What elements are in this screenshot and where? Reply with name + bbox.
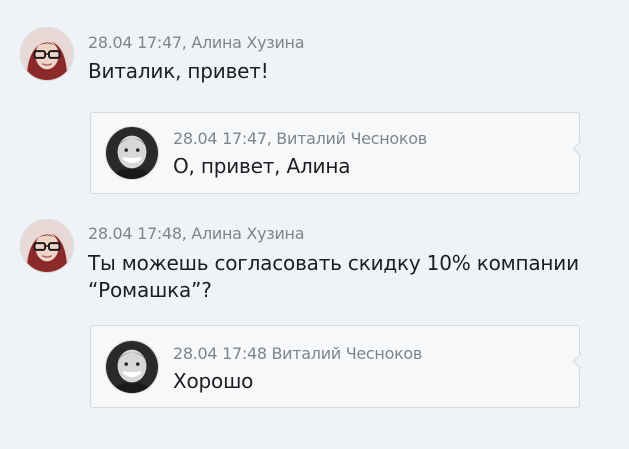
message-text-line: О, привет, Алина xyxy=(173,154,351,178)
user-avatar-vitaly[interactable] xyxy=(105,340,159,394)
user-avatar-alina[interactable] xyxy=(20,219,74,273)
message-timestamp: 28.04 17:47, xyxy=(88,33,187,52)
message-text: Хорошо xyxy=(173,368,253,395)
avatar-photo-icon xyxy=(106,127,158,179)
avatar-photo-icon xyxy=(106,341,158,393)
message-author[interactable]: Алина Хузина xyxy=(191,33,304,52)
message-meta: 28.04 17:47, Виталий Чесноков xyxy=(173,129,427,148)
user-avatar-alina[interactable] xyxy=(20,27,74,81)
message-item: 28.04 17:48, Алина Хузина Ты можешь согл… xyxy=(0,212,629,312)
message-item: 28.04 17:47, Алина Хузина Виталик, приве… xyxy=(0,0,629,100)
message-text: Виталик, привет! xyxy=(88,58,269,85)
message-text: О, привет, Алина xyxy=(173,153,350,180)
message-timestamp: 28.04 17:48, xyxy=(88,224,187,243)
message-author[interactable]: Алина Хузина xyxy=(191,224,304,243)
message-text-line: “Ромашка”? xyxy=(88,278,212,302)
reply-notch xyxy=(572,140,589,157)
message-text-line: Хорошо xyxy=(173,369,254,393)
message-author[interactable]: Виталий Чесноков xyxy=(272,344,423,363)
avatar-photo-icon xyxy=(21,28,73,80)
message-text-line: Виталик, привет! xyxy=(88,59,269,83)
message-text: Ты можешь согласовать скидку 10% компани… xyxy=(88,250,579,304)
message-meta: 28.04 17:48, Алина Хузина xyxy=(88,224,305,243)
message-meta: 28.04 17:48 Виталий Чесноков xyxy=(173,344,422,363)
reply-notch xyxy=(572,353,589,370)
user-avatar-vitaly[interactable] xyxy=(105,126,159,180)
message-author[interactable]: Виталий Чесноков xyxy=(276,129,427,148)
message-meta: 28.04 17:47, Алина Хузина xyxy=(88,33,305,52)
avatar-photo-icon xyxy=(21,220,73,272)
message-timestamp: 28.04 17:48 xyxy=(173,344,267,363)
reply-message-box: 28.04 17:48 Виталий Чесноков Хорошо xyxy=(90,325,589,408)
message-text-line: Ты можешь согласовать скидку 10% компани… xyxy=(88,251,579,275)
reply-message-box: 28.04 17:47, Виталий Чесноков О, привет,… xyxy=(90,112,589,194)
message-timestamp: 28.04 17:47, xyxy=(173,129,272,148)
